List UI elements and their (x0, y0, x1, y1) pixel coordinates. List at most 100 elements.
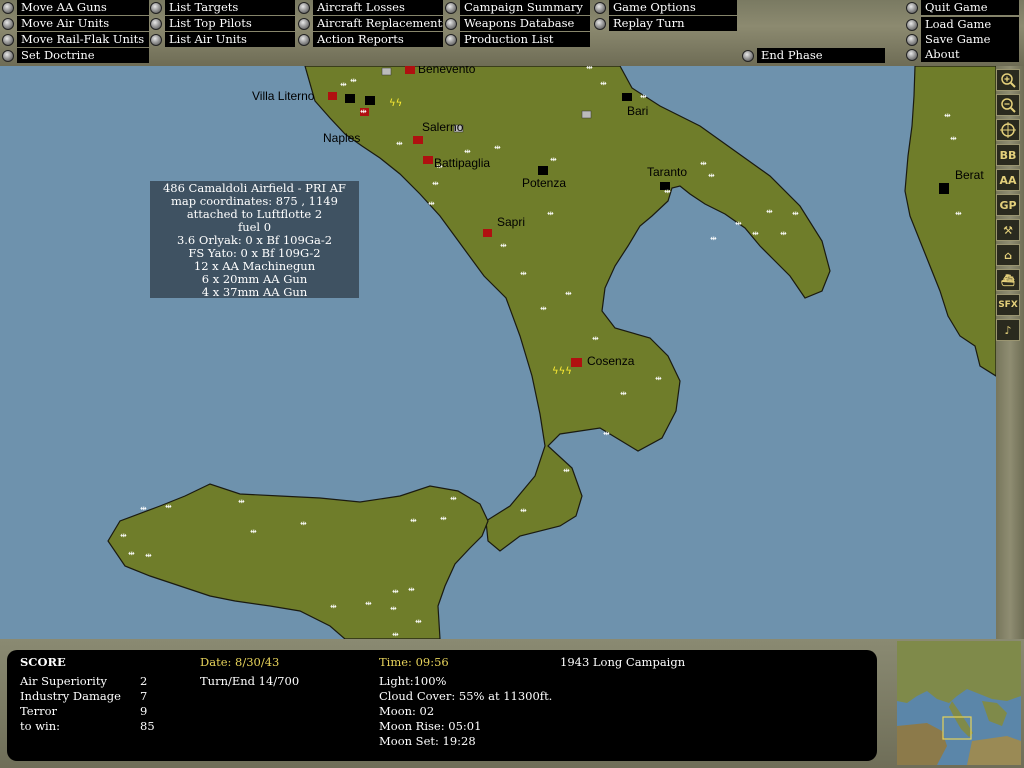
button-knob-icon (906, 1, 918, 14)
svg-text:⇹: ⇹ (708, 171, 715, 180)
score-label: Air Superiority (20, 674, 107, 688)
svg-text:⇹: ⇹ (408, 585, 415, 594)
bb-filter-button[interactable]: BB (996, 144, 1020, 166)
svg-text:⇹: ⇹ (450, 494, 457, 503)
svg-text:⇹: ⇹ (792, 209, 799, 218)
list-air-units-button[interactable]: List Air Units (150, 32, 295, 47)
score-value: 2 (140, 674, 148, 688)
city-label-potenza: Potenza (522, 176, 567, 190)
game-options-button[interactable]: Game Options (594, 0, 737, 15)
button-knob-icon (906, 33, 918, 46)
svg-text:⇹: ⇹ (520, 269, 527, 278)
svg-text:⇹: ⇹ (494, 143, 501, 152)
campaign-name: 1943 Long Campaign (560, 655, 686, 669)
list-targets-button[interactable]: List Targets (150, 0, 295, 15)
center-map-icon[interactable] (996, 119, 1020, 141)
load-game-button[interactable]: Load Game (906, 17, 1019, 32)
svg-text:⇹: ⇹ (620, 389, 627, 398)
svg-text:⇹: ⇹ (392, 587, 399, 596)
button-knob-icon (2, 1, 14, 14)
minimap-terrain (897, 641, 1021, 765)
svg-text:⇹: ⇹ (520, 506, 527, 515)
svg-text:⇹: ⇹ (120, 531, 127, 540)
button-knob-icon (2, 49, 14, 62)
svg-text:⇹: ⇹ (330, 602, 337, 611)
date-display: Date: 8/30/43 (200, 655, 280, 669)
city-label-salerno: Salerno (422, 120, 464, 134)
svg-text:⇹: ⇹ (145, 551, 152, 560)
city-label-cosenza: Cosenza (587, 354, 635, 368)
button-knob-icon (298, 33, 310, 46)
airfield-info-tooltip: 486 Camaldoli Airfield - PRI AF map coor… (150, 181, 359, 299)
svg-text:⇹: ⇹ (360, 107, 367, 116)
quit-game-button[interactable]: Quit Game (906, 0, 1019, 15)
time-display: Time: 09:56 (379, 655, 449, 669)
svg-text:⇹: ⇹ (550, 155, 557, 164)
campaign-summary-button[interactable]: Campaign Summary (445, 0, 590, 15)
score-label: Industry Damage (20, 689, 121, 703)
svg-text:⇹: ⇹ (365, 599, 372, 608)
move-air-units-button[interactable]: Move Air Units (2, 16, 149, 31)
weapons-database-button[interactable]: Weapons Database (445, 16, 590, 31)
gp-filter-button[interactable]: GP (996, 194, 1020, 216)
score-value: 7 (140, 689, 148, 703)
svg-text:⇹: ⇹ (752, 229, 759, 238)
end-phase-button[interactable]: End Phase (742, 48, 885, 63)
top-menu-bar: Move AA Guns Move Air Units Move Rail-Fl… (0, 0, 1024, 66)
svg-text:⇹: ⇹ (640, 92, 647, 101)
action-reports-button[interactable]: Action Reports (298, 32, 443, 47)
button-knob-icon (150, 17, 162, 30)
button-knob-icon (2, 33, 14, 46)
svg-text:⇹: ⇹ (350, 76, 357, 85)
svg-text:⇹: ⇹ (540, 304, 547, 313)
save-game-button[interactable]: Save Game (906, 32, 1019, 47)
svg-text:⇹: ⇹ (950, 134, 957, 143)
svg-text:⇹: ⇹ (140, 504, 147, 513)
svg-text:⇹: ⇹ (592, 334, 599, 343)
button-knob-icon (906, 18, 918, 31)
svg-text:⇹: ⇹ (432, 179, 439, 188)
svg-text:⇹: ⇹ (603, 429, 610, 438)
svg-text:⇹: ⇹ (700, 159, 707, 168)
aircraft-replacements-button[interactable]: Aircraft Replacements (298, 16, 443, 31)
button-knob-icon (742, 49, 754, 62)
svg-text:⇹: ⇹ (128, 549, 135, 558)
about-button[interactable]: About (906, 47, 1019, 62)
svg-text:⇹: ⇹ (500, 241, 507, 250)
cloud-cover-display: Cloud Cover: 55% at 11300ft. (379, 689, 553, 703)
music-note-icon[interactable]: ♪ (996, 319, 1020, 341)
move-aa-guns-button[interactable]: Move AA Guns (2, 0, 149, 15)
svg-text:⇹: ⇹ (586, 66, 593, 72)
svg-text:⇹: ⇹ (238, 497, 245, 506)
button-knob-icon (150, 1, 162, 14)
svg-text:⇹: ⇹ (440, 514, 447, 523)
city-label-villa-literno: Villa Literno (252, 89, 315, 103)
button-knob-icon (445, 33, 457, 46)
sfx-toggle-button[interactable]: SFX (996, 294, 1020, 316)
ship-icon[interactable]: ⛴ (996, 269, 1020, 291)
production-list-button[interactable]: Production List (445, 32, 590, 47)
overview-minimap[interactable] (897, 641, 1021, 765)
svg-text:⇹: ⇹ (735, 219, 742, 228)
list-top-pilots-button[interactable]: List Top Pilots (150, 16, 295, 31)
aa-filter-button[interactable]: AA (996, 169, 1020, 191)
replay-turn-button[interactable]: Replay Turn (594, 16, 737, 31)
svg-text:⇹: ⇹ (563, 466, 570, 475)
aircraft-losses-button[interactable]: Aircraft Losses (298, 0, 443, 15)
score-value: 9 (140, 704, 148, 718)
svg-text:⇹: ⇹ (410, 516, 417, 525)
tools-icon[interactable]: ⚒ (996, 219, 1020, 241)
buildings-icon[interactable]: ⌂ (996, 244, 1020, 266)
zoom-out-icon[interactable] (996, 94, 1020, 116)
set-doctrine-button[interactable]: Set Doctrine (2, 48, 149, 63)
status-panel: SCORE Air Superiority 2 Industry Damage … (0, 639, 1024, 768)
city-label-battipaglia: Battipaglia (434, 156, 491, 170)
button-knob-icon (298, 17, 310, 30)
zoom-in-icon[interactable] (996, 69, 1020, 91)
svg-text:ϟϟϟ: ϟϟϟ (552, 366, 572, 377)
move-rail-flak-units-button[interactable]: Move Rail-Flak Units (2, 32, 149, 47)
svg-text:⇹: ⇹ (396, 139, 403, 148)
svg-text:⇹: ⇹ (655, 374, 662, 383)
map-terrain: ϟϟ ϟϟϟ ⇹⇹⇹ ⇹⇹⇹ ⇹⇹⇹ ⇹⇹⇹ ⇹⇹⇹ ⇹⇹⇹ ⇹⇹ ⇹ ⇹⇹⇹ ⇹… (107, 66, 996, 639)
strategic-map[interactable]: ϟϟ ϟϟϟ ⇹ ⇹ ⇹ ⇹ ⇹ ⇹ ⇹ ⇹ ⇹ ⇹ ⇹ ⇹ ⇹ ⇹ ⇹ ⇹ ⇹ ⇹ ⇹ ⇹ ⇹ ⇹ ⇹ ⇹ ⇹… (0, 66, 996, 639)
